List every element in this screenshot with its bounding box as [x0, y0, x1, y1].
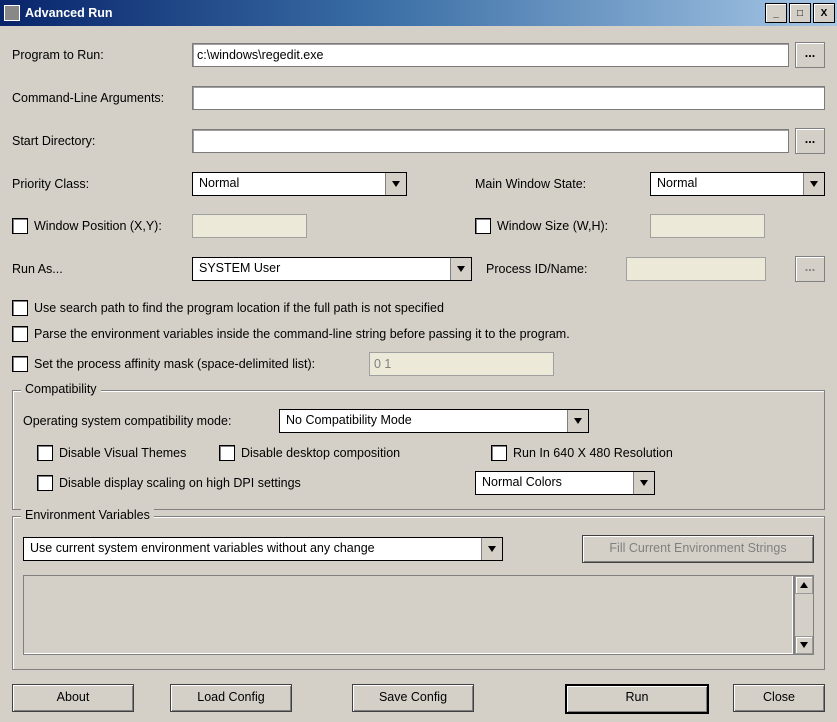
pid-label: Process ID/Name: [486, 262, 626, 276]
program-browse-button[interactable]: ... [795, 42, 825, 68]
title-bar: Advanced Run _ □ X [0, 0, 837, 26]
disable-composition-checkbox[interactable] [219, 445, 235, 461]
env-mode-dropdown[interactable]: Use current system environment variables… [23, 537, 503, 561]
load-config-button[interactable]: Load Config [170, 684, 292, 712]
save-config-button[interactable]: Save Config [352, 684, 474, 712]
program-input[interactable] [192, 43, 789, 67]
chevron-down-icon [481, 538, 502, 560]
affinity-input[interactable] [369, 352, 554, 376]
maximize-button[interactable]: □ [789, 3, 811, 23]
pid-browse-button[interactable]: ... [795, 256, 825, 282]
run-button[interactable]: Run [565, 684, 709, 714]
affinity-label: Set the process affinity mask (space-del… [34, 357, 369, 371]
env-textarea[interactable] [23, 575, 794, 655]
env-scrollbar[interactable] [794, 575, 814, 655]
cmdline-input[interactable] [192, 86, 825, 110]
app-icon [4, 5, 20, 21]
runas-label: Run As... [12, 262, 192, 276]
disable-themes-label: Disable Visual Themes [59, 446, 219, 460]
parseenv-label: Parse the environment variables inside t… [34, 327, 570, 341]
chevron-down-icon [385, 173, 406, 195]
scroll-down-icon[interactable] [795, 636, 813, 654]
env-legend: Environment Variables [21, 508, 154, 522]
chevron-down-icon [803, 173, 824, 195]
searchpath-checkbox[interactable] [12, 300, 28, 316]
fill-env-button[interactable]: Fill Current Environment Strings [582, 535, 814, 563]
winsize-checkbox[interactable] [475, 218, 491, 234]
osmode-dropdown[interactable]: No Compatibility Mode [279, 409, 589, 433]
about-button[interactable]: About [12, 684, 134, 712]
run-640-label: Run In 640 X 480 Resolution [513, 446, 673, 460]
minimize-button[interactable]: _ [765, 3, 787, 23]
env-group: Environment Variables Use current system… [12, 516, 825, 670]
close-button[interactable]: Close [733, 684, 825, 712]
startdir-input[interactable] [192, 129, 789, 153]
priority-label: Priority Class: [12, 177, 192, 191]
searchpath-label: Use search path to find the program loca… [34, 301, 444, 315]
disable-composition-label: Disable desktop composition [241, 446, 491, 460]
compatibility-legend: Compatibility [21, 382, 101, 396]
runas-dropdown[interactable]: SYSTEM User [192, 257, 472, 281]
cmdline-label: Command-Line Arguments: [12, 91, 192, 105]
disable-dpi-label: Disable display scaling on high DPI sett… [59, 476, 475, 490]
mainwin-dropdown[interactable]: Normal [650, 172, 825, 196]
winpos-checkbox[interactable] [12, 218, 28, 234]
pid-input[interactable] [626, 257, 766, 281]
priority-dropdown[interactable]: Normal [192, 172, 407, 196]
affinity-checkbox[interactable] [12, 356, 28, 372]
startdir-browse-button[interactable]: ... [795, 128, 825, 154]
winsize-input[interactable] [650, 214, 765, 238]
window-title: Advanced Run [25, 6, 113, 20]
winpos-label: Window Position (X,Y): [34, 219, 192, 233]
chevron-down-icon [567, 410, 588, 432]
colors-dropdown[interactable]: Normal Colors [475, 471, 655, 495]
program-label: Program to Run: [12, 48, 192, 62]
close-window-button[interactable]: X [813, 3, 835, 23]
run-640-checkbox[interactable] [491, 445, 507, 461]
disable-dpi-checkbox[interactable] [37, 475, 53, 491]
parseenv-checkbox[interactable] [12, 326, 28, 342]
mainwin-label: Main Window State: [475, 177, 650, 191]
chevron-down-icon [633, 472, 654, 494]
winsize-label: Window Size (W,H): [497, 219, 650, 233]
startdir-label: Start Directory: [12, 134, 192, 148]
chevron-down-icon [450, 258, 471, 280]
scroll-up-icon[interactable] [795, 576, 813, 594]
osmode-label: Operating system compatibility mode: [23, 414, 279, 428]
disable-themes-checkbox[interactable] [37, 445, 53, 461]
winpos-input[interactable] [192, 214, 307, 238]
compatibility-group: Compatibility Operating system compatibi… [12, 390, 825, 510]
